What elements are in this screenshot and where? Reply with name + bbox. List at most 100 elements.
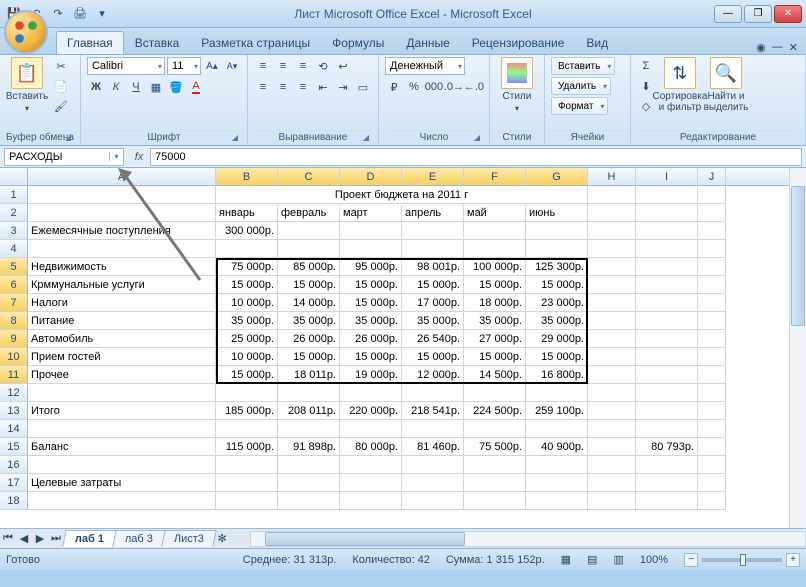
format-painter-icon[interactable]: 🖌 [52, 97, 70, 115]
column-header[interactable]: C [278, 168, 340, 185]
autosum-icon[interactable]: Σ [637, 57, 655, 75]
align-middle-icon[interactable]: ≡ [274, 57, 292, 75]
cell[interactable] [340, 384, 402, 402]
row-header[interactable]: 13 [0, 402, 28, 420]
zoom-in-icon[interactable]: + [786, 553, 800, 567]
align-top-icon[interactable]: ≡ [254, 57, 272, 75]
cell[interactable] [402, 240, 464, 258]
tab-review[interactable]: Рецензирование [461, 31, 576, 54]
cell[interactable] [278, 492, 340, 510]
cell[interactable] [636, 222, 698, 240]
cell[interactable] [402, 384, 464, 402]
shrink-font-icon[interactable]: A▾ [223, 57, 241, 75]
cell[interactable]: 98 001р. [402, 258, 464, 276]
cut-icon[interactable]: ✂ [52, 57, 70, 75]
cell[interactable] [28, 420, 216, 438]
cell[interactable]: 35 000р. [278, 312, 340, 330]
cell[interactable] [464, 240, 526, 258]
cell[interactable]: Итого [28, 402, 216, 420]
cell[interactable] [278, 222, 340, 240]
cell[interactable] [588, 186, 636, 204]
cell[interactable] [588, 474, 636, 492]
name-box-dropdown-icon[interactable]: ▾ [109, 152, 123, 161]
cell[interactable]: 80 000р. [340, 438, 402, 456]
cell[interactable]: 80 793р. [636, 438, 698, 456]
tab-insert[interactable]: Вставка [124, 31, 191, 54]
cell[interactable] [28, 456, 216, 474]
cell[interactable] [216, 240, 278, 258]
cell[interactable] [698, 384, 726, 402]
cell[interactable] [526, 240, 588, 258]
cell[interactable] [698, 366, 726, 384]
row-header[interactable]: 17 [0, 474, 28, 492]
sort-filter-button[interactable]: ⇅ Сортировка и фильтр [659, 57, 701, 113]
fill-color-icon[interactable]: 🪣 [167, 78, 185, 96]
cell[interactable]: 81 460р. [402, 438, 464, 456]
cell[interactable] [698, 222, 726, 240]
row-header[interactable]: 14 [0, 420, 28, 438]
cell[interactable] [636, 366, 698, 384]
cell[interactable]: 19 000р. [340, 366, 402, 384]
orientation-icon[interactable]: ⟲ [314, 57, 332, 75]
align-right-icon[interactable]: ≡ [294, 78, 312, 96]
row-header[interactable]: 11 [0, 366, 28, 384]
column-header[interactable]: G [526, 168, 588, 185]
cell[interactable] [588, 348, 636, 366]
row-header[interactable]: 10 [0, 348, 28, 366]
row-header[interactable]: 16 [0, 456, 28, 474]
cell[interactable]: 15 000р. [402, 348, 464, 366]
cell[interactable]: 23 000р. [526, 294, 588, 312]
cell[interactable] [526, 492, 588, 510]
print-icon[interactable]: 🖨 [70, 4, 90, 24]
cell[interactable] [636, 492, 698, 510]
cell[interactable] [464, 456, 526, 474]
cell[interactable]: 91 898р. [278, 438, 340, 456]
cell[interactable]: 15 000р. [526, 276, 588, 294]
cell[interactable] [588, 312, 636, 330]
cell[interactable]: 10 000р. [216, 294, 278, 312]
cell[interactable] [340, 456, 402, 474]
cell[interactable]: 185 000р. [216, 402, 278, 420]
cell[interactable]: май [464, 204, 526, 222]
cell[interactable] [402, 420, 464, 438]
sheet-nav-prev-icon[interactable]: ◀ [16, 532, 32, 545]
cell[interactable] [588, 456, 636, 474]
column-header[interactable]: A [28, 168, 216, 185]
column-header[interactable]: B [216, 168, 278, 185]
cell[interactable] [588, 438, 636, 456]
cell[interactable] [636, 420, 698, 438]
cell[interactable]: 29 000р. [526, 330, 588, 348]
cell[interactable] [216, 474, 278, 492]
align-center-icon[interactable]: ≡ [274, 78, 292, 96]
name-box[interactable]: РАСХОДЫ ▾ [4, 148, 124, 166]
border-icon[interactable]: ▦ [147, 78, 165, 96]
sheet-nav-next-icon[interactable]: ▶ [32, 532, 48, 545]
maximize-button[interactable]: ❐ [744, 5, 772, 23]
cell[interactable]: Проект бюджета на 2011 г [216, 186, 588, 204]
vertical-scrollbar[interactable] [789, 168, 806, 528]
tab-view[interactable]: Вид [575, 31, 619, 54]
cell[interactable]: 15 000р. [402, 276, 464, 294]
row-header[interactable]: 1 [0, 186, 28, 204]
copy-icon[interactable]: 📄 [52, 77, 70, 95]
office-button[interactable] [4, 10, 48, 54]
row-header[interactable]: 9 [0, 330, 28, 348]
cell[interactable] [402, 492, 464, 510]
align-bottom-icon[interactable]: ≡ [294, 57, 312, 75]
cell[interactable] [588, 204, 636, 222]
cell[interactable] [698, 294, 726, 312]
cell[interactable] [278, 384, 340, 402]
cell[interactable] [464, 384, 526, 402]
cell[interactable] [526, 222, 588, 240]
cell[interactable] [636, 474, 698, 492]
cell[interactable] [636, 240, 698, 258]
cell[interactable]: 18 000р. [464, 294, 526, 312]
cell[interactable] [340, 492, 402, 510]
cell[interactable]: 15 000р. [464, 348, 526, 366]
font-size-combo[interactable]: 11 [167, 57, 201, 75]
cell[interactable]: 35 000р. [402, 312, 464, 330]
cell[interactable]: Прием гостей [28, 348, 216, 366]
cell[interactable]: 15 000р. [340, 276, 402, 294]
cell[interactable] [588, 276, 636, 294]
cell[interactable] [278, 456, 340, 474]
